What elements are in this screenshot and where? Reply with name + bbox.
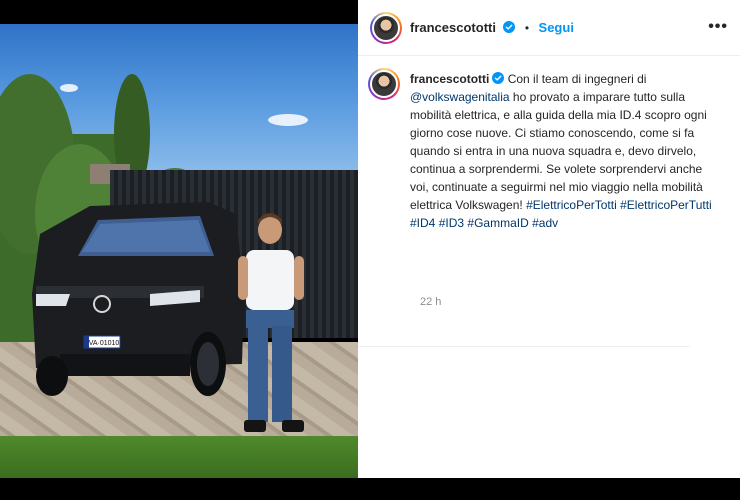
hashtag-link[interactable]: #GammaID [467,216,528,230]
photo-scene: VA·01010 [0,24,358,478]
caption-avatar[interactable] [368,68,400,100]
car-and-person: VA·01010 [32,202,304,432]
verified-badge-icon [503,21,516,33]
caption-part-1: Con il team di ingegneri di [507,72,647,86]
hashtag-link[interactable]: #ID4 [410,216,435,230]
separator-dot: • [524,21,530,35]
hashtag-link[interactable]: #ElettricoPerTotti [526,198,617,212]
username[interactable]: francescototti [410,20,496,35]
avatar[interactable] [370,12,402,44]
hashtag-link[interactable]: #ID3 [439,216,464,230]
post-side-panel: francescototti • Segui ••• francescotott… [358,0,740,500]
post-timestamp[interactable]: 22 h [420,296,441,308]
post-header: francescototti • Segui ••• [358,0,740,56]
post-photo[interactable]: VA·01010 [0,0,358,500]
more-options-icon[interactable]: ••• [708,18,728,36]
caption-text: francescototti Con il team di ingegneri … [410,70,722,232]
mention-link[interactable]: @volkswagenitalia [410,90,510,104]
license-plate: VA·01010 [89,340,120,347]
follow-button[interactable]: Segui [539,20,574,35]
hashtag-link[interactable]: #adv [532,216,558,230]
caption-username[interactable]: francescototti [410,72,489,86]
caption-part-2: ho provato a imparare tutto sulla mobili… [410,90,707,212]
divider [358,346,690,347]
bottom-black-bar [358,478,740,500]
header-user-block: francescototti • Segui [410,19,574,37]
verified-badge-icon [492,72,505,84]
hashtag-link[interactable]: #ElettricoPerTutti [620,198,712,212]
